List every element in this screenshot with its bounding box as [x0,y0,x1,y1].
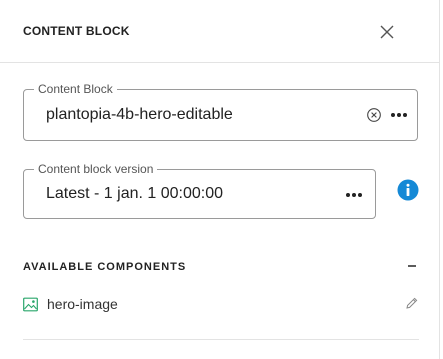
collapse-button[interactable] [405,259,419,273]
content-block-version-value: Latest - 1 jan. 1 00:00:00 [46,185,224,202]
clear-circle-icon [367,108,381,122]
content-block-version-label: Content block version [34,162,158,176]
pencil-icon [406,297,418,309]
more-horizontal-icon [346,193,362,197]
content-block-version-select[interactable]: Content block version Latest - 1 jan. 1 … [23,162,376,219]
component-item-hero-image[interactable]: hero-image [20,290,425,318]
component-label: hero-image [47,296,118,312]
version-more-button[interactable] [343,185,365,205]
content-block-value: plantopia-4b-hero-editable [46,106,233,123]
content-block-more-button[interactable] [388,105,410,125]
clear-button[interactable] [366,107,382,123]
panel-title: CONTENT BLOCK [23,24,130,38]
section-divider [23,339,419,340]
content-block-select[interactable]: Content Block plantopia-4b-hero-editable [23,82,418,141]
more-horizontal-icon [391,113,407,117]
content-block-label: Content Block [34,82,117,96]
close-button[interactable] [377,22,397,42]
panel-header: CONTENT BLOCK [0,0,440,63]
close-icon [380,25,394,39]
info-icon [397,179,419,201]
info-button[interactable] [397,179,419,201]
content-block-panel: CONTENT BLOCK Content Block plantopia-4b… [0,0,443,359]
minus-icon [408,265,416,267]
image-icon [23,297,38,312]
edit-component-button[interactable] [405,296,419,310]
available-components-title: AVAILABLE COMPONENTS [23,261,187,273]
